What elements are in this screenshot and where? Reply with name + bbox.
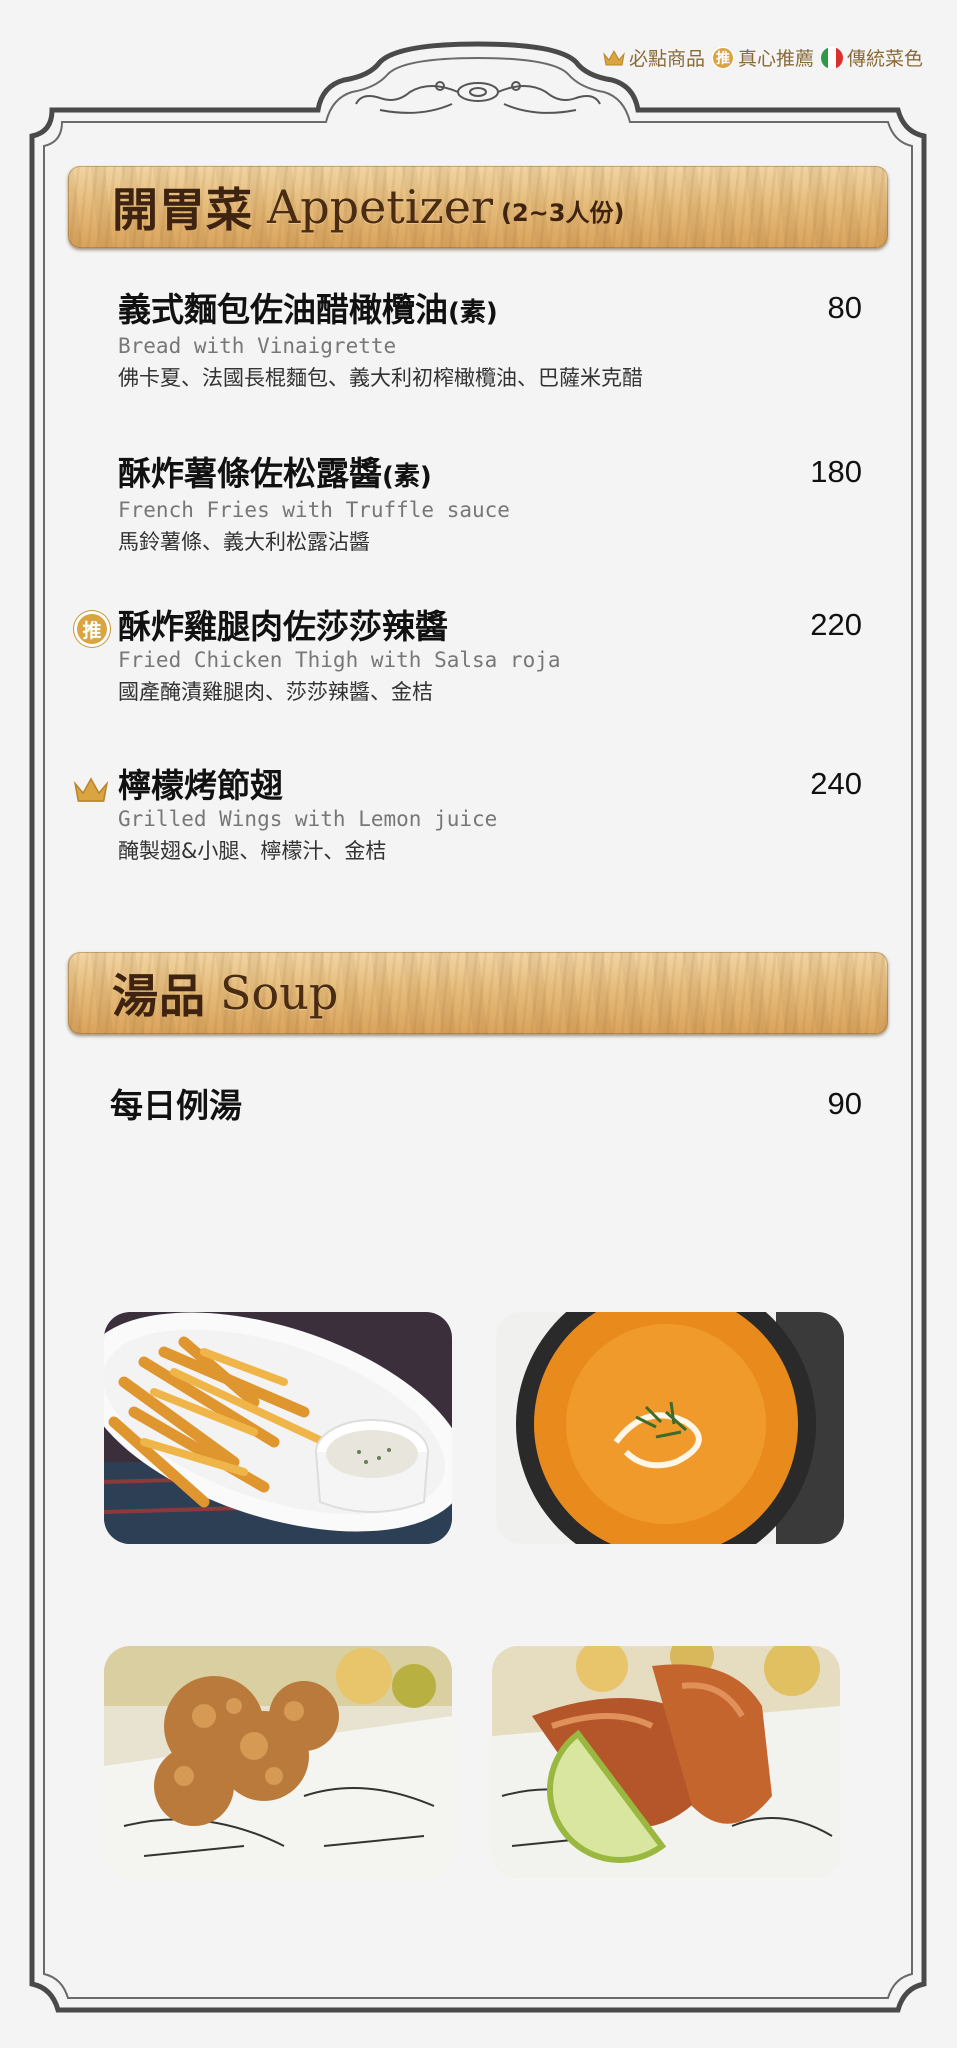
legend-recommend: 推 真心推薦 (710, 44, 814, 71)
item-vegetarian-tag: (素) (448, 298, 498, 328)
item-price: 240 (810, 766, 862, 801)
item-name: 檸檬烤節翅 (118, 766, 283, 805)
item-name-line: 酥炸薯條佐松露醬(素) (118, 454, 862, 497)
fried-chicken-photo (104, 1646, 452, 1878)
item-description: 醃製翅&小腿、檸檬汁、金桔 (118, 839, 387, 863)
item-description: 馬鈴薯條、義大利松露沾醬 (118, 530, 370, 554)
section-title-en: Soup (220, 966, 339, 1020)
item-description: 佛卡夏、法國長棍麵包、義大利初榨橄欖油、巴薩米克醋 (118, 366, 643, 390)
item-name: 義式麵包佐油醋橄欖油 (118, 290, 448, 329)
item-name: 酥炸雞腿肉佐莎莎辣醬 (118, 607, 448, 646)
legend-recommend-label: 真心推薦 (737, 48, 814, 70)
menu-item: 義式麵包佐油醋橄欖油(素) Bread with Vinaigrette 佛卡夏… (118, 290, 862, 395)
menu-item: 每日例湯 90 (110, 1086, 862, 1126)
section-title-cn: 開胃菜 (112, 183, 253, 237)
french-fries-photo (104, 1312, 452, 1544)
menu-item: 酥炸薯條佐松露醬(素) French Fries with Truffle sa… (118, 454, 862, 559)
menu-legend: 必點商品 推 真心推薦 傳統菜色 (602, 44, 923, 71)
appetizer-section-banner: 開胃菜 Appetizer (2~3人份) (68, 166, 888, 248)
item-english-name: Fried Chicken Thigh with Salsa roja (118, 648, 561, 672)
item-name-line: 義式麵包佐油醋橄欖油(素) (118, 290, 862, 333)
item-price: 180 (810, 454, 862, 489)
soup-section-banner: 湯品 Soup (68, 952, 888, 1034)
legend-traditional-label: 傳統菜色 (846, 48, 923, 70)
italy-flag-icon (820, 46, 843, 69)
legend-traditional: 傳統菜色 (820, 44, 923, 71)
item-name: 每日例湯 (110, 1086, 242, 1125)
item-english-name: French Fries with Truffle sauce (118, 498, 510, 522)
flourish-ornament (355, 81, 601, 114)
item-name-line: 檸檬烤節翅 (118, 766, 862, 806)
pumpkin-soup-photo (496, 1312, 844, 1544)
item-english-name: Bread with Vinaigrette (118, 334, 397, 358)
recommend-badge-icon: 推 (710, 45, 735, 70)
section-title-cn: 湯品 (112, 969, 206, 1023)
item-price: 220 (810, 607, 862, 642)
item-description: 國產醃漬雞腿肉、莎莎辣醬、金桔 (118, 680, 433, 704)
item-price: 80 (827, 290, 862, 325)
item-vegetarian-tag: (素) (382, 462, 432, 492)
recommend-badge-icon: 推 (74, 611, 110, 647)
menu-item: 推 酥炸雞腿肉佐莎莎辣醬 Fried Chicken Thigh with Sa… (74, 607, 862, 709)
menu-item: 檸檬烤節翅 Grilled Wings with Lemon juice 醃製翅… (73, 766, 862, 868)
section-title-en: Appetizer (267, 180, 493, 234)
legend-must-order-label: 必點商品 (628, 48, 705, 70)
item-name: 酥炸薯條佐松露醬 (118, 454, 382, 493)
grilled-wings-photo (492, 1646, 840, 1878)
legend-must-order: 必點商品 (602, 44, 705, 71)
crown-icon (603, 49, 625, 65)
item-english-name: Grilled Wings with Lemon juice (118, 807, 498, 831)
section-servings: (2~3人份) (500, 198, 625, 227)
item-price: 90 (827, 1086, 862, 1121)
crown-icon (73, 777, 109, 802)
item-name-line: 酥炸雞腿肉佐莎莎辣醬 (118, 607, 862, 647)
